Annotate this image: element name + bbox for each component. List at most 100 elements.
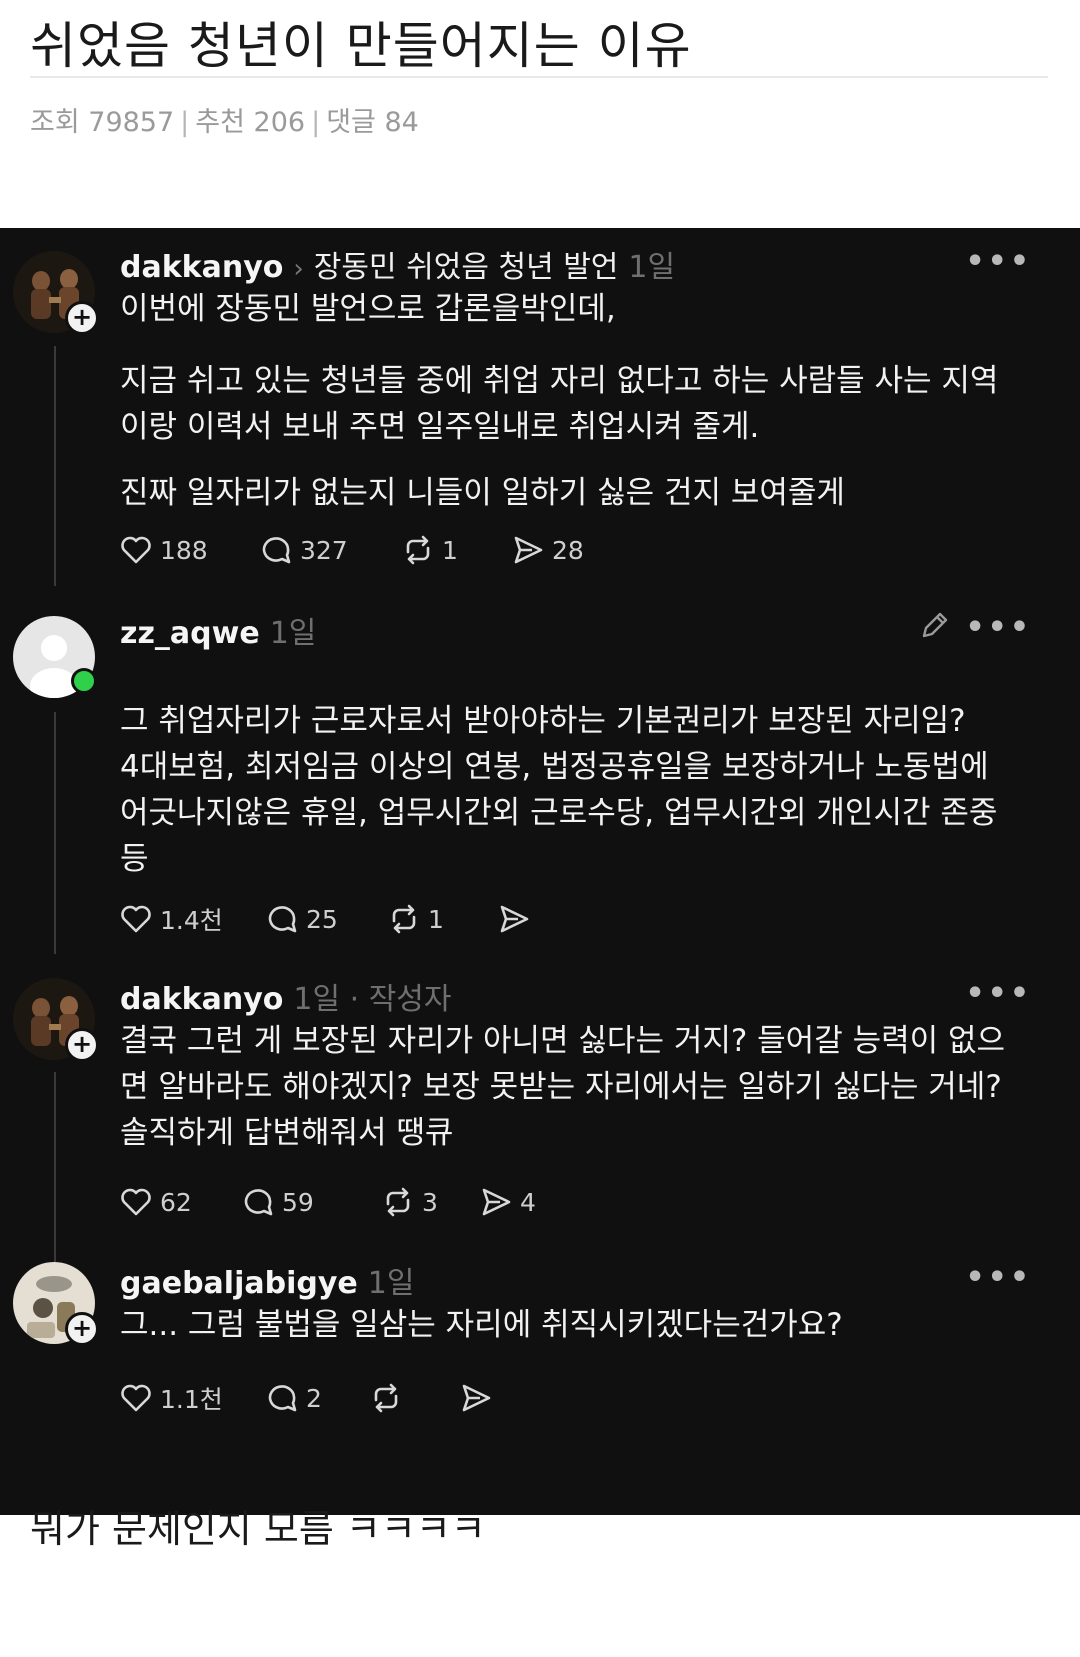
online-status-dot [71, 668, 97, 694]
send-icon [462, 1384, 491, 1412]
avatar[interactable] [13, 616, 97, 698]
send-icon [482, 1188, 511, 1216]
action-bar: 1.1천 2 [118, 1380, 500, 1416]
share-button[interactable] [458, 1380, 500, 1416]
comment-bubble-icon [244, 1189, 273, 1216]
title-divider [30, 76, 1048, 78]
like-button[interactable]: 1.4천 [118, 901, 264, 937]
post-paragraph: 진짜 일자리가 없는지 니들이 일하기 싫은 건지 보여줄게 [120, 475, 845, 511]
repost-icon [374, 1383, 398, 1413]
post-time: 1일 [269, 616, 317, 651]
post-header: dakkanyo › 장동민 쉬었음 청년 발언 1일 [120, 242, 675, 286]
more-horizontal-icon[interactable]: ••• [965, 976, 1032, 1011]
avatar[interactable]: + [13, 978, 99, 1062]
avatar[interactable]: + [13, 251, 99, 335]
post-header: zz_aqwe 1일 [120, 608, 316, 652]
post-body: 이번에 장동민 발언으로 갑론을박인데, 지금 쉬고 있는 청년들 중에 취업 … [120, 286, 1020, 516]
reply-count: 2 [306, 1383, 322, 1413]
reply-target[interactable]: 장동민 쉬었음 청년 발언 [314, 250, 619, 285]
more-horizontal-icon[interactable]: ••• [965, 1260, 1032, 1295]
author-badge: · 작성자 [349, 982, 452, 1017]
thread-line [54, 346, 56, 586]
repost-count: 3 [422, 1187, 438, 1217]
heart-icon [121, 1188, 151, 1216]
more-horizontal-icon[interactable]: ••• [965, 610, 1032, 645]
post-paragraph: 지금 쉬고 있는 청년들 중에 취업 자리 없다고 하는 사람들 사는 지역이랑… [120, 363, 999, 445]
post-meta: 조회 79857 | 추천 206 | 댓글 84 [30, 100, 419, 139]
like-count: 1.1천 [160, 1385, 223, 1414]
thread-line [54, 1072, 56, 1286]
post-body: 그... 그럼 불법을 일삼는 자리에 취직시키겠다는건가요? [120, 1302, 1020, 1348]
send-icon [500, 905, 529, 933]
comment-bubble-icon [268, 1385, 297, 1412]
comment-bubble-icon [268, 906, 297, 933]
comment-bubble-icon [262, 537, 291, 564]
share-button[interactable] [496, 901, 538, 937]
action-bar: 188 327 1 28 [118, 532, 584, 568]
username[interactable]: gaebaljabigye [120, 1266, 358, 1301]
post-header: gaebaljabigye 1일 [120, 1258, 414, 1302]
post-body: 결국 그런 게 보장된 자리가 아니면 싫다는 거지? 들어갈 능력이 없으면 … [120, 1018, 1020, 1156]
like-count: 188 [160, 535, 208, 565]
recommend-count: 추천 206 [195, 107, 306, 138]
action-bar: 1.4천 25 1 [118, 901, 538, 937]
heart-icon [121, 1384, 151, 1412]
follow-plus-icon[interactable]: + [65, 1312, 99, 1346]
repost-button[interactable]: 1 [400, 532, 510, 568]
reply-button[interactable]: 59 [240, 1184, 380, 1220]
heart-icon [121, 905, 151, 933]
repost-button[interactable] [368, 1380, 458, 1416]
like-button[interactable]: 62 [118, 1184, 240, 1220]
username[interactable]: dakkanyo [120, 250, 283, 285]
post-time: 1일 [628, 250, 676, 285]
repost-count: 1 [428, 904, 444, 934]
post-paragraph: 그... 그럼 불법을 일삼는 자리에 취직시키겠다는건가요? [120, 1307, 843, 1343]
more-horizontal-icon[interactable]: ••• [965, 244, 1032, 279]
post-footer-text: 뭐가 문제인지 모름 ㅋㅋㅋㅋ [30, 1507, 486, 1551]
repost-icon [386, 1187, 410, 1217]
repost-icon [392, 904, 416, 934]
post-paragraph: 이번에 장동민 발언으로 갑론을박인데, [120, 291, 616, 327]
reply-button[interactable]: 25 [264, 901, 386, 937]
chevron-right-icon: › [293, 254, 304, 284]
send-icon [514, 536, 543, 564]
pencil-icon[interactable] [918, 608, 952, 642]
thread-line [54, 712, 56, 954]
post-time: 1일 [293, 982, 341, 1017]
post-body: 그 취업자리가 근로자로서 받아야하는 기본권리가 보장된 자리임? 4대보험,… [120, 652, 1020, 928]
meta-separator: | [180, 107, 190, 138]
share-count: 4 [520, 1187, 536, 1217]
reply-count: 59 [282, 1187, 314, 1217]
share-button[interactable]: 4 [478, 1184, 536, 1220]
action-bar: 62 59 3 4 [118, 1184, 536, 1220]
follow-plus-icon[interactable]: + [65, 301, 99, 335]
share-count: 28 [552, 535, 584, 565]
comment-count: 댓글 84 [326, 107, 419, 138]
like-count: 1.4천 [160, 906, 223, 935]
reply-count: 327 [300, 535, 348, 565]
reply-button[interactable]: 2 [264, 1380, 368, 1416]
share-button[interactable]: 28 [510, 532, 584, 568]
like-count: 62 [160, 1187, 192, 1217]
heart-icon [121, 536, 151, 564]
reply-button[interactable]: 327 [258, 532, 400, 568]
like-button[interactable]: 188 [118, 532, 258, 568]
post-title: 쉬었음 청년이 만들어지는 이유 [30, 17, 692, 75]
threads-screenshot: + dakkanyo › 장동민 쉬었음 청년 발언 1일 ••• 이번에 장동민 발… [0, 228, 1080, 1515]
repost-button[interactable]: 1 [386, 901, 496, 937]
post-time: 1일 [367, 1266, 415, 1301]
post-paragraph: 그 취업자리가 근로자로서 받아야하는 기본권리가 보장된 자리임? 4대보험,… [120, 703, 998, 877]
username[interactable]: zz_aqwe [120, 616, 260, 651]
post-header: dakkanyo 1일 · 작성자 [120, 974, 452, 1018]
like-button[interactable]: 1.1천 [118, 1380, 264, 1416]
repost-count: 1 [442, 535, 458, 565]
post-paragraph: 결국 그런 게 보장된 자리가 아니면 싫다는 거지? 들어갈 능력이 없으면 … [120, 1023, 1006, 1151]
avatar[interactable]: + [13, 1262, 99, 1346]
reply-count: 25 [306, 904, 338, 934]
view-count: 조회 79857 [30, 107, 175, 138]
meta-separator: | [311, 107, 321, 138]
username[interactable]: dakkanyo [120, 982, 283, 1017]
repost-button[interactable]: 3 [380, 1184, 478, 1220]
follow-plus-icon[interactable]: + [65, 1028, 99, 1062]
repost-icon [406, 535, 430, 565]
